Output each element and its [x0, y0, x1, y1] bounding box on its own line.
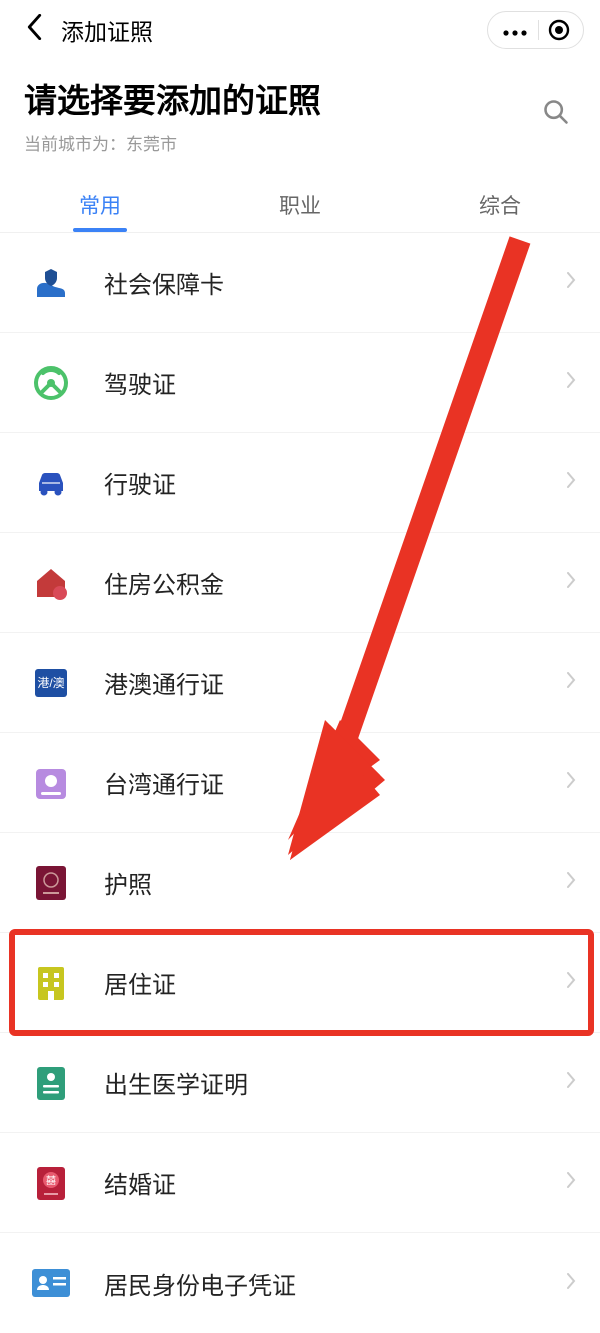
housing-fund-icon	[28, 560, 74, 606]
eid-card-icon	[28, 1260, 74, 1306]
city-prefix: 当前城市为：	[24, 135, 126, 154]
marriage-certificate-icon: 囍	[28, 1160, 74, 1206]
chevron-right-icon	[566, 571, 576, 594]
page-title: 请选择要添加的证照	[24, 74, 576, 122]
tabs: 常用 职业 综合	[0, 177, 600, 233]
list-item-label: 居住证	[104, 965, 176, 1000]
back-icon[interactable]	[16, 8, 53, 53]
list-item[interactable]: 出生医学证明	[0, 1033, 600, 1133]
taiwan-permit-icon	[28, 760, 74, 806]
chevron-right-icon	[566, 1071, 576, 1094]
svg-text:囍: 囍	[46, 1174, 56, 1187]
svg-text:港/澳: 港/澳	[37, 676, 64, 690]
chevron-right-icon	[566, 271, 576, 294]
mini-program-capsule	[487, 11, 584, 49]
chevron-right-icon	[566, 871, 576, 894]
certificate-list: 社会保障卡 驾驶证 行驶证 住房公积金 港/澳 港澳通行证 台湾通行证	[0, 233, 600, 1333]
chevron-right-icon	[566, 1171, 576, 1194]
list-item[interactable]: 台湾通行证	[0, 733, 600, 833]
residence-permit-icon	[28, 960, 74, 1006]
list-item[interactable]: 港/澳 港澳通行证	[0, 633, 600, 733]
chevron-right-icon	[566, 1272, 576, 1295]
list-item-label: 社会保障卡	[104, 265, 224, 300]
navbar: 添加证照	[0, 0, 600, 60]
passport-icon	[28, 860, 74, 906]
chevron-right-icon	[566, 671, 576, 694]
close-target-icon[interactable]	[547, 18, 571, 42]
list-item-label: 护照	[104, 865, 152, 900]
list-item-label: 居民身份电子凭证	[104, 1266, 296, 1301]
navbar-title: 添加证照	[61, 13, 153, 47]
page-header: 请选择要添加的证照 当前城市为：东莞市	[0, 60, 600, 165]
birth-certificate-icon	[28, 1060, 74, 1106]
chevron-right-icon	[566, 971, 576, 994]
list-item[interactable]: 居住证	[0, 933, 600, 1033]
tab-common[interactable]: 常用	[0, 177, 200, 232]
social-security-card-icon	[28, 260, 74, 306]
list-item-label: 住房公积金	[104, 565, 224, 600]
tab-occupation[interactable]: 职业	[200, 177, 400, 232]
capsule-divider	[538, 20, 539, 40]
list-item[interactable]: 社会保障卡	[0, 233, 600, 333]
list-item-label: 港澳通行证	[104, 665, 224, 700]
tab-comprehensive[interactable]: 综合	[400, 177, 600, 232]
list-item-label: 行驶证	[104, 465, 176, 500]
list-item[interactable]: 行驶证	[0, 433, 600, 533]
list-item[interactable]: 住房公积金	[0, 533, 600, 633]
drivers-license-icon	[28, 360, 74, 406]
search-icon[interactable]	[542, 98, 570, 131]
list-item[interactable]: 居民身份电子凭证	[0, 1233, 600, 1333]
annotation-highlight	[9, 929, 594, 1036]
chevron-right-icon	[566, 471, 576, 494]
city-name: 东莞市	[126, 135, 177, 154]
list-item[interactable]: 囍 结婚证	[0, 1133, 600, 1233]
chevron-right-icon	[566, 371, 576, 394]
hk-macau-permit-icon: 港/澳	[28, 660, 74, 706]
list-item-label: 出生医学证明	[104, 1065, 248, 1100]
vehicle-license-icon	[28, 460, 74, 506]
city-info: 当前城市为：东莞市	[24, 130, 576, 155]
chevron-right-icon	[566, 771, 576, 794]
list-item-label: 台湾通行证	[104, 765, 224, 800]
list-item-label: 结婚证	[104, 1165, 176, 1200]
tab-label: 职业	[279, 190, 321, 220]
more-icon[interactable]	[496, 17, 534, 43]
list-item-label: 驾驶证	[104, 365, 176, 400]
tab-label: 常用	[79, 190, 121, 220]
list-item[interactable]: 驾驶证	[0, 333, 600, 433]
tab-label: 综合	[479, 190, 521, 220]
list-item[interactable]: 护照	[0, 833, 600, 933]
